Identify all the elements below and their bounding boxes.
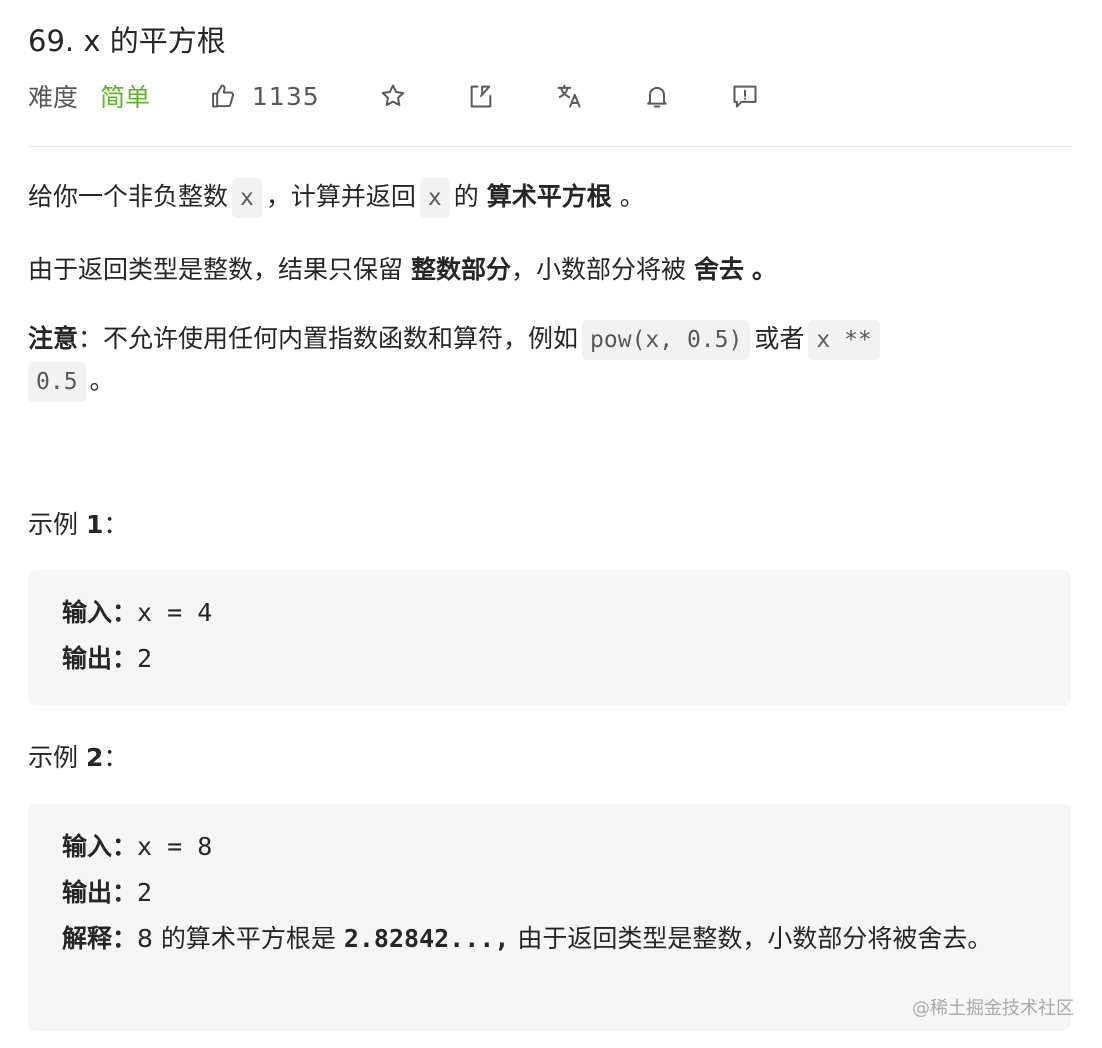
- input-label: 输入：: [62, 598, 138, 627]
- explanation-label: 解释：: [62, 924, 138, 953]
- star-icon[interactable]: [378, 81, 408, 111]
- example-2-heading: 示例 2：: [28, 738, 128, 774]
- input-label: 输入：: [62, 832, 138, 861]
- text: 。: [89, 366, 115, 395]
- text: ：不允许使用任何内置指数函数和算符，例如: [78, 324, 579, 353]
- inline-code: x **: [808, 320, 880, 360]
- output-value: 2: [137, 878, 153, 907]
- text: 。: [619, 182, 645, 211]
- inline-code: 2.82842...,: [343, 924, 510, 953]
- example-1-block: 输入：x = 4 输出：2: [28, 570, 1071, 706]
- bold-text: 整数部分: [410, 255, 511, 284]
- difficulty-badge: 简单: [100, 83, 151, 112]
- text: 给你一个非负整数: [28, 182, 229, 211]
- text: 8 的算术平方根是: [137, 924, 336, 953]
- feedback-icon[interactable]: [730, 81, 760, 111]
- difficulty-label: 难度: [28, 83, 79, 112]
- bell-icon[interactable]: [642, 81, 672, 111]
- example-input-line: 输入：x = 8: [62, 824, 1037, 870]
- text: 由于返回类型是整数，结果只保留: [28, 255, 404, 284]
- text: 示例: [28, 510, 79, 539]
- example-output-line: 输出：2: [62, 636, 1037, 682]
- input-value: x = 8: [137, 832, 213, 861]
- like-count: 1135: [252, 81, 320, 111]
- inline-code: 0.5: [28, 362, 86, 402]
- watermark: @稀土掘金技术社区: [912, 998, 1074, 1019]
- problem-title: 69. x 的平方根: [28, 24, 226, 58]
- text: 的: [453, 182, 479, 211]
- output-value: 2: [137, 644, 153, 673]
- note-label: 注意: [28, 324, 79, 353]
- description-note: 注意：不允许使用任何内置指数函数和算符，例如 pow(x, 0.5) 或者 x ** 0…: [28, 318, 1038, 402]
- like-button[interactable]: 1135: [208, 81, 320, 111]
- text: 示例: [28, 743, 79, 772]
- output-label: 输出：: [62, 644, 138, 673]
- problem-page: 69. x 的平方根 难度 简单 1135 给你一个非负整数 x ，计算并返回 …: [0, 0, 1102, 1048]
- inline-code: x: [232, 178, 262, 218]
- text: 。: [751, 255, 777, 284]
- thumbs-up-icon: [208, 81, 238, 111]
- description-paragraph-2: 由于返回类型是整数，结果只保留 整数部分，小数部分将被 舍去 。: [28, 249, 1038, 291]
- share-icon[interactable]: [466, 81, 496, 111]
- inline-code: pow(x, 0.5): [582, 320, 751, 360]
- text: ，小数部分将被: [510, 255, 686, 284]
- example-output-line: 输出：2: [62, 870, 1037, 916]
- input-value: x = 4: [137, 598, 213, 627]
- output-label: 输出：: [62, 878, 138, 907]
- text: 或者: [754, 324, 805, 353]
- inline-code: x: [419, 178, 450, 218]
- example-number: 2: [85, 743, 104, 772]
- description-paragraph-1: 给你一个非负整数 x ，计算并返回 x 的 算术平方根 。: [28, 176, 1038, 218]
- example-1-heading: 示例 1：: [28, 505, 128, 541]
- text: ：: [103, 510, 129, 539]
- problem-meta-bar: 难度 简单 1135: [28, 74, 760, 118]
- text: ，计算并返回: [265, 182, 416, 211]
- example-explanation: 解释：8 的算术平方根是 2.82842..., 由于返回类型是整数，小数部分将…: [62, 916, 1042, 962]
- bold-text: 舍去: [693, 255, 744, 284]
- translate-icon[interactable]: [554, 81, 584, 111]
- text: ：: [103, 743, 129, 772]
- header-divider: [28, 146, 1071, 147]
- bold-text: 算术平方根: [486, 182, 612, 211]
- example-number: 1: [85, 510, 104, 539]
- text: 由于返回类型是整数，小数部分将被舍去。: [517, 924, 993, 953]
- example-input-line: 输入：x = 4: [62, 590, 1037, 636]
